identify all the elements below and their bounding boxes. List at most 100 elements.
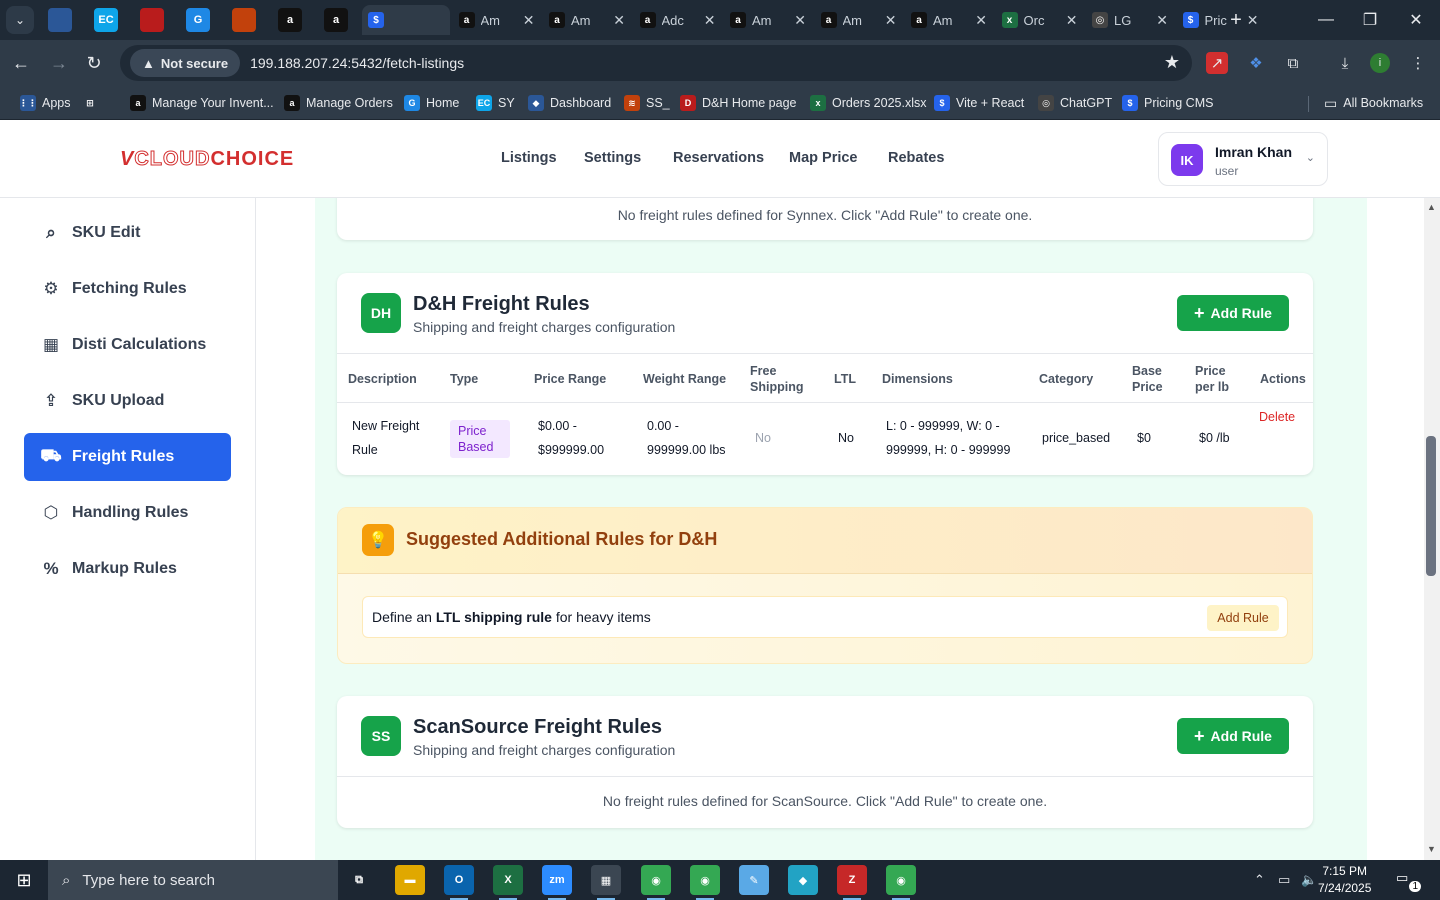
reload-icon[interactable]: ↻ [81, 50, 107, 76]
pinned-tab-amazon-icon[interactable]: a [278, 8, 302, 32]
nav-reservations[interactable]: Reservations [673, 150, 764, 166]
download-icon[interactable]: ⤓ [1332, 50, 1358, 76]
bookmark-item[interactable]: $ Vite + React [934, 93, 1024, 113]
row-delete-button[interactable]: Delete [1259, 410, 1295, 424]
chrome-icon[interactable]: ◉ [690, 865, 720, 900]
browser-tab[interactable]: x Orc ✕ [996, 5, 1084, 35]
nav-settings[interactable]: Settings [584, 150, 641, 166]
tab-close-icon[interactable]: ✕ [613, 12, 625, 29]
dh-add-rule-button[interactable]: + Add Rule [1177, 295, 1289, 331]
browser-tab[interactable]: a Am ✕ [905, 5, 993, 35]
notification-center-icon[interactable]: ▭ 1 [1396, 870, 1421, 892]
tab-close-icon[interactable]: ✕ [794, 12, 806, 29]
windows-start-icon[interactable]: ⊞ [0, 860, 48, 900]
bookmark-item[interactable]: ◆ Dashboard [528, 93, 611, 113]
bookmark-item[interactable]: ⋮⋮ Apps [19, 93, 71, 113]
maximize-icon[interactable]: ❐ [1348, 6, 1392, 34]
pinned-tab-favicon-dh[interactable] [140, 8, 164, 32]
browser-tab[interactable]: ◎ LG ✕ [1086, 5, 1174, 35]
back-icon[interactable]: ← [8, 50, 34, 76]
url-text[interactable]: 199.188.207.24:5432/fetch-listings [250, 55, 464, 71]
bookmark-item[interactable]: a Manage Your Invent... [130, 93, 274, 113]
extension-dropbox-icon[interactable]: ❖ [1243, 50, 1269, 76]
bookmark-item[interactable]: EC SY [476, 93, 515, 113]
address-bar[interactable]: ▲ Not secure 199.188.207.24:5432/fetch-l… [120, 45, 1192, 81]
tray-chevron-icon[interactable]: ⌃ [1254, 872, 1265, 888]
excel-icon[interactable]: X [493, 865, 523, 900]
browser-tab[interactable]: a Am ✕ [543, 5, 631, 35]
menu-kebab-icon[interactable]: ⋮ [1405, 50, 1431, 76]
sidebar-item-markup-rules[interactable]: % Markup Rules [24, 545, 231, 593]
sidebar-item-handling-rules[interactable]: ⬡ Handling Rules [24, 489, 231, 537]
bookmark-item[interactable]: ◎ ChatGPT [1038, 93, 1112, 113]
taskbar-search-box[interactable]: ⌕ Type here to search [48, 860, 338, 900]
sidebar-item-disti-calculations[interactable]: ▦ Disti Calculations [24, 321, 231, 369]
notepad-icon[interactable]: ✎ [739, 865, 769, 895]
nav-map-price[interactable]: Map Price [789, 150, 858, 166]
security-indicator[interactable]: ▲ Not secure [130, 49, 241, 77]
zoom-icon[interactable]: zm [542, 865, 572, 900]
chrome-icon[interactable]: ◉ [641, 865, 671, 900]
user-menu[interactable]: IK Imran Khan user ⌄ [1158, 132, 1328, 186]
sidebar-item-sku-upload[interactable]: ⇪ SKU Upload [24, 377, 231, 425]
all-bookmarks-button[interactable]: ▭ All Bookmarks [1324, 93, 1423, 113]
bookmark-item[interactable]: $ Pricing CMS [1122, 93, 1213, 113]
filezilla-icon[interactable]: Z [837, 865, 867, 900]
nav-listings[interactable]: Listings [501, 150, 557, 166]
bookmark-item[interactable]: ⊞ [82, 93, 98, 113]
row-description: New Freight Rule [352, 419, 420, 457]
bookmark-star-icon[interactable]: ★ [1164, 52, 1180, 73]
browser-tab[interactable]: a Am ✕ [724, 5, 812, 35]
calculator-icon[interactable]: ▦ [591, 865, 621, 900]
page-scrollbar[interactable]: ▲ ▼ [1424, 198, 1440, 860]
cloudchoice-logo[interactable]: VCLOUDCHOICE [120, 148, 294, 171]
pinned-tab-favicon-ss[interactable] [232, 8, 256, 32]
sidebar-item-freight-rules[interactable]: ⛟ Freight Rules [24, 433, 231, 481]
scroll-down-icon[interactable]: ▼ [1427, 844, 1436, 854]
nav-rebates[interactable]: Rebates [888, 150, 944, 166]
extensions-puzzle-icon[interactable]: ⧉ [1280, 50, 1306, 76]
app-diamond-icon[interactable]: ◆ [788, 865, 818, 895]
tab-close-icon[interactable]: ✕ [704, 12, 716, 29]
new-tab-button[interactable]: + [1224, 8, 1248, 32]
browser-tab[interactable]: a Am ✕ [815, 5, 903, 35]
task-view-icon[interactable]: ⧉ [344, 865, 374, 895]
network-icon[interactable]: ▭ [1278, 872, 1290, 888]
system-clock[interactable]: 7:15 PM 7/24/2025 [1318, 863, 1371, 897]
volume-icon[interactable]: 🔈 [1301, 872, 1317, 888]
tab-close-icon[interactable]: ✕ [975, 12, 987, 29]
bookmark-item[interactable]: a Manage Orders [284, 93, 393, 113]
scrollbar-thumb[interactable] [1426, 436, 1436, 576]
tab-search-icon[interactable]: ⌄ [6, 6, 34, 34]
tab-close-icon[interactable]: ✕ [885, 12, 897, 29]
browser-tab[interactable]: $ [362, 5, 450, 35]
profile-icon[interactable]: i [1370, 53, 1390, 73]
extension-arrow-icon[interactable]: ↗ [1206, 52, 1228, 74]
ss-add-rule-button[interactable]: + Add Rule [1177, 718, 1289, 754]
pinned-tab-favicon-generic[interactable] [48, 8, 72, 32]
suggestion-add-rule-button[interactable]: Add Rule [1207, 605, 1279, 631]
tab-close-icon[interactable]: ✕ [1066, 12, 1078, 29]
tab-close-icon[interactable]: ✕ [1156, 12, 1168, 29]
bookmark-item[interactable]: G Home [404, 93, 459, 113]
pinned-tab-favicon-g[interactable]: G [186, 8, 210, 32]
chrome-profile-icon[interactable]: ◉ [886, 865, 916, 900]
forward-icon[interactable]: → [46, 50, 72, 76]
outlook-icon[interactable]: O [444, 865, 474, 900]
tab-close-icon[interactable]: ✕ [1247, 12, 1259, 29]
bookmark-item[interactable]: x Orders 2025.xlsx [810, 93, 926, 113]
pinned-tab-amazon-icon[interactable]: a [324, 8, 348, 32]
tab-close-icon[interactable]: ✕ [523, 12, 535, 29]
bookmark-item[interactable]: D D&H Home page [680, 93, 797, 113]
browser-tab[interactable]: $ Pric ✕ [1177, 5, 1265, 35]
browser-tab[interactable]: a Adc ✕ [634, 5, 722, 35]
sidebar-item-fetching-rules[interactable]: ⚙ Fetching Rules [24, 265, 231, 313]
close-window-icon[interactable]: ✕ [1394, 6, 1438, 34]
pinned-tab-favicon-ec[interactable]: EC [94, 8, 118, 32]
minimize-icon[interactable]: — [1304, 6, 1348, 34]
sidebar-item-sku-edit[interactable]: ⌕ SKU Edit [24, 209, 231, 257]
scroll-up-icon[interactable]: ▲ [1427, 202, 1436, 212]
bookmark-item[interactable]: ≋ SS_ [624, 93, 670, 113]
browser-tab[interactable]: a Am ✕ [453, 5, 541, 35]
file-explorer-icon[interactable]: ▬ [395, 865, 425, 895]
